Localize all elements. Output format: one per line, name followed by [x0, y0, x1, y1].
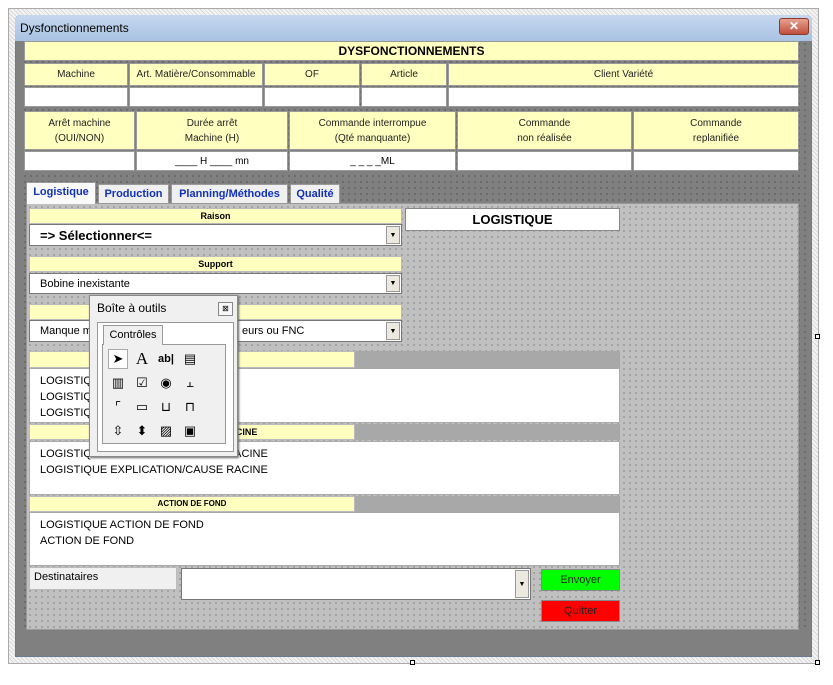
- field-input[interactable]: [129, 87, 263, 107]
- field-label: Machine: [24, 63, 128, 86]
- label-line: Durée arrêt: [186, 117, 238, 129]
- field-label: Article: [361, 63, 447, 86]
- image-icon[interactable]: ▨: [156, 421, 176, 441]
- spinbutton-icon[interactable]: ⬍: [132, 421, 152, 441]
- send-button[interactable]: Envoyer: [541, 569, 620, 591]
- resize-handle[interactable]: [410, 660, 415, 665]
- field-input[interactable]: [264, 87, 360, 107]
- text-line: ACTION DE FOND: [40, 535, 135, 547]
- field-label: Commande replanifiée: [633, 111, 799, 150]
- support-combo[interactable]: Bobine inexistante ▼: [29, 273, 402, 294]
- form-title: DYSFONCTIONNEMENTS: [24, 41, 799, 61]
- optionbutton-icon[interactable]: ◉: [156, 373, 176, 393]
- listbox-icon[interactable]: ▥: [108, 373, 128, 393]
- label-line: Commande interrompue: [318, 117, 427, 129]
- combobox-icon[interactable]: ▤: [180, 349, 200, 369]
- spacer: [355, 496, 620, 512]
- tab-label: Qualité: [296, 188, 334, 200]
- field-label: Art. Matière/Consommable: [129, 63, 263, 86]
- title-bar: Dysfonctionnements: [15, 15, 812, 41]
- field-input[interactable]: [448, 87, 799, 107]
- tab-planning-methodes[interactable]: Planning/Méthodes: [171, 184, 288, 203]
- refedit-icon[interactable]: ▣: [180, 421, 200, 441]
- resize-handle[interactable]: [815, 660, 820, 665]
- label-line: non réalisée: [517, 132, 572, 144]
- field-input[interactable]: _ _ _ _ML: [289, 151, 456, 171]
- tab-logistique[interactable]: Logistique: [26, 182, 96, 204]
- spacer: [355, 351, 620, 368]
- combo-value: Bobine inexistante: [40, 277, 130, 290]
- action-area[interactable]: LOGISTIQUE ACTION DE FOND ACTION DE FOND: [29, 512, 620, 566]
- chevron-down-icon[interactable]: ▼: [515, 570, 529, 598]
- action-label: ACTION DE FOND: [29, 496, 355, 512]
- close-button[interactable]: ✕: [779, 18, 809, 35]
- multipage-icon[interactable]: ⊓: [180, 397, 200, 417]
- toolbox-close-button[interactable]: ⊠: [218, 302, 233, 316]
- field-input[interactable]: [24, 151, 135, 171]
- field-label: Arrêt machine (OUI/NON): [24, 111, 135, 150]
- label-line: Arrêt machine: [48, 117, 111, 129]
- destinataires-combo[interactable]: ▼: [181, 568, 531, 600]
- quit-button[interactable]: Quitter: [541, 600, 620, 622]
- checkbox-icon[interactable]: ☑: [132, 373, 152, 393]
- label-line: replanifiée: [692, 132, 740, 144]
- field-label: Durée arrêt Machine (H): [136, 111, 288, 150]
- window-title: Dysfonctionnements: [20, 21, 129, 35]
- tab-production[interactable]: Production: [98, 184, 169, 203]
- destinataires-label: Destinataires: [29, 567, 177, 590]
- field-input[interactable]: [361, 87, 447, 107]
- tabstrip-icon[interactable]: ⊔: [156, 397, 176, 417]
- raison-combo[interactable]: => Sélectionner<= ▼: [29, 224, 402, 246]
- label-line: Commande: [518, 117, 571, 129]
- toolbox-panel: Boîte à outils ⊠ Contrôles ➤ Aab| ▤ ▥ ☑ ◉ ⫠ ⌜ ▭ ⊔…: [89, 295, 238, 457]
- toolbox-tab-controles[interactable]: Contrôles: [103, 325, 163, 345]
- text-line: LOGISTIQUE EXPLICATION/CAUSE RACINE: [40, 464, 268, 476]
- field-input[interactable]: [24, 87, 128, 107]
- chevron-down-icon[interactable]: ▼: [386, 322, 400, 340]
- combo-value: Manque m: [40, 325, 92, 337]
- label-line: Machine (H): [184, 132, 240, 144]
- tab-qualite[interactable]: Qualité: [290, 184, 340, 203]
- label-line: (OUI/NON): [54, 132, 105, 144]
- resize-handle[interactable]: [815, 334, 820, 339]
- field-label: Commande non réalisée: [457, 111, 632, 150]
- tab-label: Production: [104, 188, 163, 200]
- combo-value-end: eurs ou FNC: [242, 325, 305, 337]
- textbox-icon[interactable]: ab|: [156, 349, 176, 369]
- label-line: (Qté manquante): [334, 132, 411, 144]
- tab-label: Logistique: [33, 186, 89, 198]
- commandbutton-icon[interactable]: ▭: [132, 397, 152, 417]
- field-input[interactable]: [633, 151, 799, 171]
- spacer: [355, 424, 620, 440]
- chevron-down-icon[interactable]: ▼: [386, 226, 400, 244]
- togglebutton-icon[interactable]: ⫠: [180, 373, 200, 393]
- pointer-icon[interactable]: ➤: [108, 349, 128, 369]
- field-input[interactable]: [457, 151, 632, 171]
- field-input[interactable]: ____ H ____ mn: [136, 151, 288, 171]
- close-icon: ✕: [788, 19, 800, 33]
- label-icon[interactable]: A: [132, 349, 152, 369]
- scrollbar-icon[interactable]: ⇳: [108, 421, 128, 441]
- tab-label: Planning/Méthodes: [179, 188, 280, 200]
- field-label: OF: [264, 63, 360, 86]
- field-label: Client Variété: [448, 63, 799, 86]
- frame-icon[interactable]: ⌜: [108, 397, 128, 417]
- field-label: Commande interrompue (Qté manquante): [289, 111, 456, 150]
- text-line: LOGISTIQUE ACTION DE FOND: [40, 519, 204, 531]
- label-line: Commande: [690, 117, 742, 129]
- raison-label: Raison: [29, 208, 402, 224]
- chevron-down-icon[interactable]: ▼: [386, 275, 400, 292]
- combo-value: => Sélectionner<=: [40, 227, 153, 243]
- section-label: LOGISTIQUE: [405, 208, 620, 231]
- support-label: Support: [29, 256, 402, 272]
- toolbox-title: Boîte à outils: [97, 301, 167, 315]
